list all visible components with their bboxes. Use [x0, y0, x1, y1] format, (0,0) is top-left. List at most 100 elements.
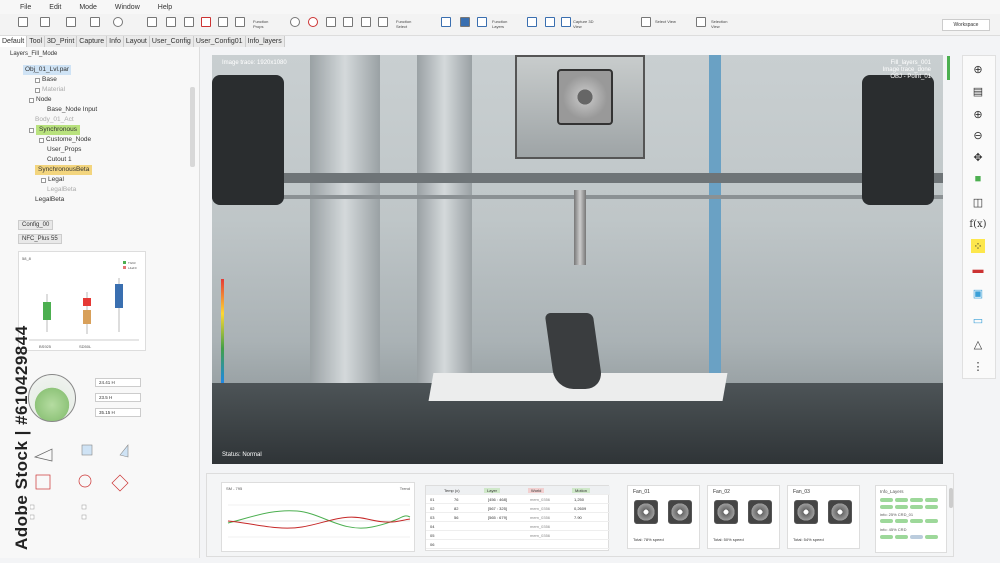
layer-pill[interactable]: [910, 498, 923, 502]
spin-input[interactable]: 23.5 H: [95, 393, 141, 402]
checkbox[interactable]: [29, 97, 34, 103]
panel-icon[interactable]: ▭: [971, 313, 985, 327]
layer-pill[interactable]: [880, 505, 893, 509]
layer-pill[interactable]: [910, 505, 923, 509]
checkbox[interactable]: [81, 504, 87, 510]
orientation-sphere[interactable]: [28, 374, 76, 422]
check-box-icon[interactable]: [235, 17, 245, 27]
table-icon[interactable]: ▤: [971, 84, 985, 98]
table-row[interactable]: 06: [426, 540, 610, 549]
menu-file[interactable]: File: [20, 4, 31, 11]
select-view-icon[interactable]: [641, 17, 651, 27]
points-icon[interactable]: ⁘: [971, 239, 985, 253]
cube-icon[interactable]: ■: [971, 172, 985, 186]
tab-default[interactable]: Default: [0, 36, 28, 47]
grid-icon[interactable]: [378, 17, 388, 27]
settings-icon[interactable]: [113, 17, 123, 27]
table-row[interactable]: 04 mem_0356: [426, 522, 610, 531]
new-icon[interactable]: [18, 17, 28, 27]
check-box-icon[interactable]: [147, 17, 157, 27]
layer-pill[interactable]: [880, 535, 893, 539]
spin-input[interactable]: 24.41 H: [95, 378, 141, 387]
rotate-icon[interactable]: [78, 474, 92, 488]
table-row[interactable]: 01 76 [456 : 468] mem_0356 1,250: [426, 495, 610, 504]
tree-item[interactable]: Node: [15, 95, 97, 105]
tree-item[interactable]: Body_01_Act: [15, 115, 97, 125]
scale-icon[interactable]: [35, 474, 51, 490]
checkbox[interactable]: [35, 77, 40, 83]
layer-pill[interactable]: [925, 535, 938, 539]
zoom-out-icon[interactable]: ⊖: [971, 128, 985, 142]
check-box-icon[interactable]: [166, 17, 176, 27]
tree-item[interactable]: Legal: [15, 175, 97, 185]
grid-select-icon[interactable]: [201, 17, 211, 27]
save-icon[interactable]: [90, 17, 100, 27]
square-icon[interactable]: [343, 17, 353, 27]
bottom-scrollbar[interactable]: [949, 488, 953, 508]
checkbox[interactable]: [81, 514, 87, 520]
layer-pill[interactable]: [880, 498, 893, 502]
cube-icon[interactable]: [81, 444, 93, 456]
crosshair-icon[interactable]: ⊕: [971, 62, 985, 76]
tree-item[interactable]: Obj_01_Lvl.par: [15, 65, 97, 75]
menu-window[interactable]: Window: [115, 4, 140, 11]
node-icon[interactable]: [441, 17, 451, 27]
tab-layout[interactable]: Layout: [123, 36, 150, 47]
layer-pill[interactable]: [910, 535, 923, 539]
3d-viewport[interactable]: Image trace: 1920x1080 Fill_layers_001 I…: [212, 55, 943, 464]
layer-pill[interactable]: [895, 519, 908, 523]
menu-edit[interactable]: Edit: [49, 4, 61, 11]
shape-icon[interactable]: [326, 17, 336, 27]
tree-scrollbar[interactable]: [190, 87, 195, 167]
frame-icon[interactable]: [361, 17, 371, 27]
zoom-icon[interactable]: [290, 17, 300, 27]
wedge-icon[interactable]: [119, 444, 129, 458]
align-icon[interactable]: [527, 17, 537, 27]
tree-item[interactable]: Cutout 1: [15, 155, 97, 165]
layer-pill[interactable]: [895, 535, 908, 539]
tree-item[interactable]: Material: [15, 85, 97, 95]
checkbox[interactable]: [29, 127, 34, 133]
tab-tool[interactable]: Tool: [27, 36, 46, 47]
spin-input[interactable]: 35.15 H: [95, 408, 141, 417]
move-icon[interactable]: ✥: [971, 150, 985, 164]
function-icon[interactable]: f(x): [969, 217, 986, 231]
tab-capture[interactable]: Capture: [77, 36, 108, 47]
tab-user-config01[interactable]: User_Config01: [193, 36, 246, 47]
tree-item[interactable]: LegalBeta: [15, 195, 97, 205]
check-box-icon[interactable]: [218, 17, 228, 27]
layer-pill[interactable]: [895, 505, 908, 509]
tree-item[interactable]: SynchronousBeta: [15, 165, 97, 175]
tab-info[interactable]: Info: [107, 36, 124, 47]
tab-info-layers[interactable]: Info_layers: [245, 36, 285, 47]
workspace-button[interactable]: Workspace: [942, 19, 990, 31]
rotate-icon[interactable]: [308, 17, 318, 27]
layer-pill[interactable]: [925, 498, 938, 502]
align-icon[interactable]: [545, 17, 555, 27]
tab-user-config[interactable]: User_Config: [149, 36, 194, 47]
capture-icon[interactable]: [561, 17, 571, 27]
box-icon[interactable]: ▣: [971, 286, 985, 300]
print-icon[interactable]: [66, 17, 76, 27]
zoom-in-icon[interactable]: ⊕: [971, 107, 985, 121]
cube-icon[interactable]: [460, 17, 470, 27]
table-row[interactable]: 05 mem_0356: [426, 531, 610, 540]
checkbox[interactable]: [41, 177, 46, 183]
selection-view-icon[interactable]: [696, 17, 706, 27]
ruler-icon[interactable]: ▬: [971, 263, 985, 277]
more-icon[interactable]: ⋮: [971, 359, 985, 373]
check-box-icon[interactable]: [184, 17, 194, 27]
layer-pill[interactable]: [895, 498, 908, 502]
checkbox[interactable]: [35, 87, 40, 93]
nfc-button[interactable]: NFC_Plus 55: [18, 234, 62, 244]
tree-item[interactable]: Base_Node Input: [15, 105, 97, 115]
plane-icon[interactable]: [33, 448, 53, 462]
tree-item[interactable]: User_Props: [15, 145, 97, 155]
layer-pill[interactable]: [925, 505, 938, 509]
table-row[interactable]: 02 82 [567 : 325] mem_0356 0,2609: [426, 504, 610, 513]
config-dropdown[interactable]: Config_00: [18, 220, 54, 230]
menu-mode[interactable]: Mode: [79, 4, 97, 11]
move-icon[interactable]: [111, 474, 129, 492]
table-row[interactable]: 03 56 [565 : 679] mem_0356 7.90: [426, 513, 610, 522]
layer-pill[interactable]: [925, 519, 938, 523]
